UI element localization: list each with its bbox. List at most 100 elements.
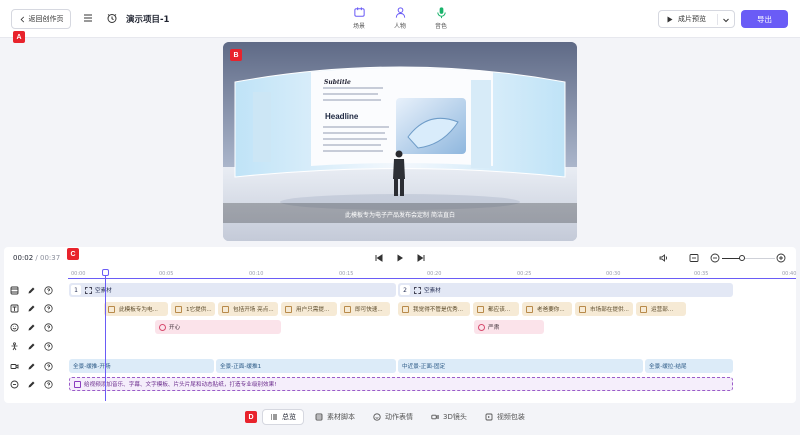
emotion-face-icon bbox=[159, 323, 166, 331]
zoom-slider-handle[interactable] bbox=[739, 255, 745, 261]
package-icon bbox=[485, 413, 493, 421]
skip-back-icon[interactable] bbox=[374, 253, 384, 263]
time-ruler[interactable]: 00:00 00:05 00:10 00:15 00:20 00:25 00:3… bbox=[68, 269, 796, 279]
tab-action-expression-label: 动作表情 bbox=[385, 413, 413, 421]
help-icon[interactable] bbox=[44, 285, 53, 295]
help-icon[interactable] bbox=[44, 379, 53, 389]
play-icon[interactable] bbox=[395, 253, 405, 263]
row-tools-package bbox=[10, 378, 62, 390]
tab-video-package-label: 视频包装 bbox=[496, 413, 525, 421]
edit-pencil-icon[interactable] bbox=[27, 323, 36, 332]
zoom-in-icon[interactable] bbox=[776, 253, 786, 263]
emotion-clip-label: 开心 bbox=[169, 325, 181, 331]
chevron-down-icon[interactable] bbox=[722, 16, 730, 24]
edit-pencil-icon[interactable] bbox=[27, 380, 36, 389]
skip-forward-icon[interactable] bbox=[416, 253, 426, 263]
smile-icon bbox=[10, 322, 19, 332]
help-icon[interactable] bbox=[44, 322, 53, 332]
emotion-clip[interactable]: 开心 bbox=[155, 320, 281, 334]
ruler-tick: 00:05 bbox=[159, 271, 174, 277]
script-clip[interactable]: 都应该... bbox=[473, 302, 519, 316]
ruler-tick: 00:40 bbox=[782, 271, 797, 277]
row-tools-script bbox=[10, 302, 62, 314]
nav-voice-label: 音色 bbox=[434, 23, 447, 30]
scene-clip-label: 空素材 bbox=[95, 288, 112, 294]
total-time: 00:37 bbox=[40, 254, 61, 262]
tab-overview[interactable]: 总览 bbox=[262, 409, 304, 425]
annotation-badge-c: C bbox=[67, 248, 79, 260]
camera-clip[interactable]: 中近景-正面-固定 bbox=[398, 359, 643, 373]
edit-pencil-icon[interactable] bbox=[27, 304, 36, 313]
camera-clip[interactable]: 全景-正面-缓推1 bbox=[216, 359, 396, 373]
row-tools-scene bbox=[10, 284, 62, 296]
current-time: 00:02 bbox=[13, 254, 34, 262]
ruler-tick: 00:20 bbox=[427, 271, 442, 277]
ruler-tick: 00:25 bbox=[517, 271, 532, 277]
script-clip[interactable]: 包括开场 亮点... bbox=[218, 302, 278, 316]
scene-clip[interactable]: 2 空素材 bbox=[398, 283, 733, 297]
preview-video-button[interactable]: 成片预览 bbox=[658, 10, 735, 28]
edit-pencil-icon[interactable] bbox=[27, 362, 36, 371]
playhead-handle[interactable] bbox=[102, 269, 109, 276]
project-title[interactable]: 演示项目-1 bbox=[126, 13, 169, 25]
script-clip[interactable]: 1它提供... bbox=[171, 302, 215, 316]
help-icon[interactable] bbox=[44, 361, 53, 371]
export-button[interactable]: 导出 bbox=[741, 10, 788, 28]
ruler-tick: 00:00 bbox=[71, 271, 86, 277]
playhead-line bbox=[105, 270, 106, 401]
fit-timeline-icon[interactable] bbox=[689, 253, 699, 263]
video-package-clip[interactable]: 给视频添加音乐、字幕、文字模板、片头片尾和动态贴纸，打造专业级别效果! bbox=[69, 377, 733, 391]
tab-material-script[interactable]: 素材脚本 bbox=[308, 409, 362, 425]
script-clip[interactable]: 我觉得不管是优秀... bbox=[398, 302, 470, 316]
package-hint-label: 给视频添加音乐、字幕、文字模板、片头片尾和动态贴纸，打造专业级别效果! bbox=[84, 382, 277, 388]
zoom-out-icon[interactable] bbox=[710, 253, 720, 263]
script-clip[interactable]: 市场部在提供... bbox=[575, 302, 633, 316]
script-clip[interactable]: 运营部... bbox=[636, 302, 686, 316]
edit-pencil-icon[interactable] bbox=[27, 342, 36, 351]
slide-headline: Headline bbox=[325, 112, 359, 121]
back-button-label: 返回创作页 bbox=[28, 15, 64, 23]
button-divider bbox=[717, 14, 718, 25]
nav-person-label: 人物 bbox=[393, 23, 406, 30]
nav-voice[interactable]: 音色 bbox=[430, 6, 452, 30]
slide-subtitle: Subtitle bbox=[324, 79, 351, 86]
list-icon bbox=[271, 414, 277, 420]
package-icon bbox=[10, 380, 19, 388]
time-separator: / bbox=[33, 254, 40, 262]
script-clip[interactable]: 用户只需提... bbox=[281, 302, 337, 316]
emotion-clip-label: 严肃 bbox=[488, 325, 500, 331]
camera-clip[interactable]: 全景-缓拉-结尾 bbox=[645, 359, 733, 373]
tab-video-package[interactable]: 视频包装 bbox=[478, 409, 532, 425]
script-clip[interactable]: 此模板专为电... bbox=[104, 302, 168, 316]
help-icon[interactable] bbox=[44, 303, 53, 313]
chevron-left-icon bbox=[20, 16, 24, 22]
help-icon[interactable] bbox=[44, 341, 53, 351]
script-clip[interactable]: 老爸要你... bbox=[522, 302, 572, 316]
back-to-create-button[interactable]: 返回创作页 bbox=[11, 9, 71, 29]
preview-caption: 此模板专为电子产品发布会定制 简洁直白 bbox=[345, 212, 455, 219]
center-nav: 场景 人物 音色 bbox=[348, 6, 452, 30]
scene-clip[interactable]: 1 空素材 bbox=[69, 283, 396, 297]
edit-pencil-icon[interactable] bbox=[27, 286, 36, 295]
row-tools-action bbox=[10, 340, 62, 352]
film-icon bbox=[10, 286, 19, 294]
zoom-slider-track[interactable] bbox=[745, 258, 775, 259]
film-icon bbox=[315, 413, 323, 421]
camera-clip[interactable]: 全景-缓推-开场 bbox=[69, 359, 214, 373]
scene-number: 2 bbox=[400, 285, 410, 295]
volume-icon[interactable] bbox=[659, 253, 669, 263]
history-icon[interactable] bbox=[106, 12, 118, 24]
preview-stage[interactable]: Subtitle Headline 此模板专为电子产品发布会定制 简洁直白 bbox=[223, 42, 577, 241]
time-display: 00:02 / 00:37 bbox=[13, 254, 60, 262]
scene-number: 1 bbox=[71, 285, 81, 295]
camera-icon bbox=[431, 414, 439, 420]
emotion-clip[interactable]: 严肃 bbox=[474, 320, 544, 334]
script-clip[interactable]: 即可快速... bbox=[340, 302, 390, 316]
tab-action-expression[interactable]: 动作表情 bbox=[366, 409, 420, 425]
preview-button-label: 成片预览 bbox=[678, 15, 706, 23]
ruler-tick: 00:30 bbox=[606, 271, 621, 277]
nav-person[interactable]: 人物 bbox=[389, 6, 411, 30]
nav-scene[interactable]: 场景 bbox=[348, 6, 370, 30]
menu-icon[interactable] bbox=[82, 12, 94, 24]
tab-3d-camera[interactable]: 3D镜头 bbox=[424, 409, 474, 425]
